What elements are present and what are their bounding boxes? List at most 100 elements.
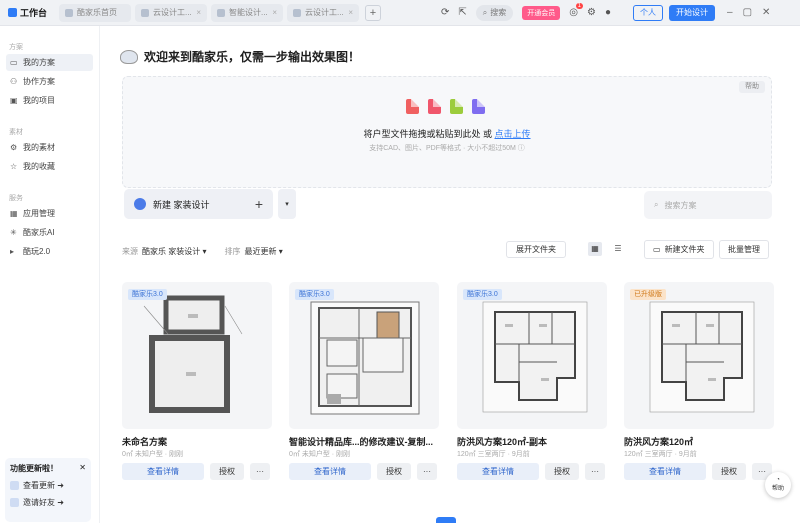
vip-button[interactable]: 开通会员	[522, 5, 561, 20]
avatar[interactable]: ●	[605, 7, 611, 18]
upload-text: 将户型文件拖拽或粘贴到此处 或	[363, 129, 495, 139]
view-updates-link[interactable]: 查看更新 ➜	[10, 480, 86, 491]
main-content: 欢迎来到酷家乐，仅需一步输出效果图！ 帮助 将户型文件拖拽或粘贴到此处 或 点击…	[112, 26, 800, 523]
plan-title[interactable]: 防洪风方案120㎡-副本	[457, 435, 607, 448]
close-icon[interactable]: ×	[272, 8, 277, 17]
plan-search-input[interactable]: ⌕ 搜索方案	[644, 191, 772, 219]
view-details-button[interactable]: 查看详情	[624, 463, 706, 480]
sidebar-item-my-projects[interactable]: ▣ 我的项目	[6, 92, 93, 109]
scroll-indicator[interactable]	[436, 517, 456, 523]
grid-view-icon[interactable]: ▦	[588, 242, 602, 256]
view-details-button[interactable]: 查看详情	[122, 463, 204, 480]
new-folder-button[interactable]: ▭ 新建文件夹	[644, 240, 714, 259]
plus-icon: +	[254, 196, 263, 212]
tab-4[interactable]: 云设计工... ×	[287, 3, 360, 22]
sparkle-icon: ✳	[10, 227, 17, 237]
sidebar-section-materials: 素材	[9, 129, 23, 136]
list-view-icon[interactable]: ☰	[611, 242, 625, 256]
filter-bar: 来源 酷家乐 家装设计 ▾ 排序 最近更新 ▾	[122, 246, 283, 257]
share-icon[interactable]: ⇱	[458, 7, 466, 18]
plan-title[interactable]: 智能设计精品库...的修改建议-复制...	[289, 435, 439, 448]
sidebar-item-label: 酷玩2.0	[23, 247, 51, 256]
sidebar-item-collab-plans[interactable]: ⚇ 协作方案	[6, 73, 93, 90]
maximize-icon[interactable]: ▢	[743, 7, 752, 18]
authorize-button[interactable]: 授权	[712, 463, 746, 480]
image-file-icon	[428, 99, 441, 114]
sidebar-item-label: 应用管理	[23, 209, 55, 218]
authorize-button[interactable]: 授权	[545, 463, 579, 480]
sidebar-item-kuwan[interactable]: ▸ 酷玩2.0	[6, 243, 93, 260]
close-icon[interactable]: ✕	[79, 463, 86, 474]
invite-friends-label: 邀请好友 ➜	[23, 498, 64, 507]
member-button[interactable]: 个人	[633, 4, 664, 21]
version-tag: 酷家乐3.0	[295, 289, 334, 300]
view-details-button[interactable]: 查看详情	[289, 463, 371, 480]
sidebar-item-my-plans[interactable]: ▭ 我的方案	[6, 54, 93, 71]
filter-source-select[interactable]: 酷家乐 家装设计 ▾	[142, 246, 206, 257]
search-button[interactable]: ⌕ 搜索	[475, 4, 514, 21]
minimize-icon[interactable]: –	[727, 7, 733, 18]
sidebar: 方案 ▭ 我的方案 ⚇ 协作方案 ▣ 我的项目 素材 ⚙ 我的素材 ☆ 我的收藏 服务 ▦…	[0, 26, 100, 523]
tab-2[interactable]: 云设计工... ×	[135, 3, 208, 22]
top-bar: 工作台 酷家乐首页 云设计工... × 智能设计... × 云设计工... × + ⟳…	[0, 0, 800, 26]
authorize-button[interactable]: 授权	[377, 463, 411, 480]
plan-title[interactable]: 防洪风方案120㎡	[624, 435, 774, 448]
brand-icon	[8, 8, 17, 17]
sidebar-item-ai[interactable]: ✳ 酷家乐AI	[6, 224, 93, 241]
folder-icon: ▭	[10, 57, 18, 67]
more-button[interactable]: ···	[585, 463, 605, 480]
plan-card[interactable]: 酷家乐3.0 防洪风方案120㎡-副本 120㎡ 三室两厅 · 9月前 查看详情…	[457, 279, 607, 489]
search-placeholder: 搜索方案	[664, 200, 697, 210]
authorize-button[interactable]: 授权	[210, 463, 244, 480]
tab-label: 云设计工...	[305, 8, 344, 17]
filter-sort-select[interactable]: 最近更新 ▾	[244, 246, 282, 257]
play-icon: ▸	[10, 246, 15, 256]
more-button[interactable]: ···	[250, 463, 270, 480]
view-details-button[interactable]: 查看详情	[457, 463, 539, 480]
floorplan-drawing	[649, 301, 755, 413]
plan-meta: 0㎡ 未知户型 · 刚刚	[289, 451, 351, 458]
refresh-icon[interactable]: ⟳	[441, 7, 449, 18]
tab-icon	[65, 8, 74, 17]
plan-thumbnail[interactable]: 酷家乐3.0	[289, 282, 439, 429]
invite-friends-link[interactable]: 邀请好友 ➜	[10, 497, 86, 508]
help-chip[interactable]: 帮助	[739, 81, 765, 93]
plan-thumbnail[interactable]: 已升级版	[624, 282, 774, 429]
start-design-button[interactable]: 开始设计	[669, 4, 716, 21]
help-float-button[interactable]: ◔ 帮助	[765, 472, 791, 498]
tab-icon	[293, 8, 302, 17]
sidebar-item-my-materials[interactable]: ⚙ 我的素材	[6, 139, 93, 156]
brand[interactable]: 工作台	[0, 6, 55, 19]
close-icon[interactable]: ×	[348, 8, 353, 17]
version-tag: 酷家乐3.0	[463, 289, 502, 300]
sidebar-item-apps[interactable]: ▦ 应用管理	[6, 205, 93, 222]
sidebar-item-favorites[interactable]: ☆ 我的收藏	[6, 158, 93, 175]
plan-card[interactable]: 酷家乐3.0 智能设计精品库...的修改建议-复制... 0㎡ 未知户型 · 刚…	[289, 279, 439, 489]
new-design-label: 新建 家装设计	[153, 199, 210, 210]
folder-plus-icon: ▭	[653, 245, 661, 254]
upload-dropzone[interactable]: 帮助 将户型文件拖拽或粘贴到此处 或 点击上传 支持CAD、图片、PDF等格式 …	[122, 76, 772, 188]
welcome-header: 欢迎来到酷家乐，仅需一步输出效果图！	[120, 48, 360, 65]
batch-manage-button[interactable]: 批量管理	[719, 240, 769, 259]
new-design-dropdown[interactable]: ▾	[278, 189, 296, 219]
more-button[interactable]: ···	[417, 463, 437, 480]
plan-card[interactable]: 酷家乐3.0 未命名方案 0㎡ 未知户型 · 刚刚 查看详情 授权 ···	[122, 279, 272, 489]
plan-thumbnail[interactable]: 酷家乐3.0	[122, 282, 272, 429]
filter-sort-label: 排序	[224, 247, 241, 256]
tab-1[interactable]: 酷家乐首页	[59, 3, 132, 22]
close-icon[interactable]: ×	[196, 8, 201, 17]
window-close-icon[interactable]: ✕	[762, 7, 770, 18]
plan-title[interactable]: 未命名方案	[122, 435, 272, 448]
plan-thumbnail[interactable]: 酷家乐3.0	[457, 282, 607, 429]
tab-3[interactable]: 智能设计... ×	[211, 3, 284, 22]
new-folder-label: 新建文件夹	[664, 245, 705, 254]
add-tab-button[interactable]: +	[365, 4, 382, 21]
bell-icon[interactable]: ◎ 1	[569, 3, 584, 18]
update-icon	[10, 481, 19, 490]
expand-folders-button[interactable]: 展开文件夹	[506, 241, 566, 258]
new-design-button[interactable]: 新建 家装设计 +	[124, 189, 273, 219]
upload-link[interactable]: 点击上传	[495, 129, 531, 139]
gear-icon[interactable]: ⚙	[587, 7, 596, 18]
upload-hint: 支持CAD、图片、PDF等格式 · 大小不超过50M ⓘ	[369, 145, 525, 152]
plan-card[interactable]: 已升级版 防洪风方案120㎡ 120㎡ 三室两厅 · 9月前 查看详情 授权 ·…	[624, 279, 774, 489]
